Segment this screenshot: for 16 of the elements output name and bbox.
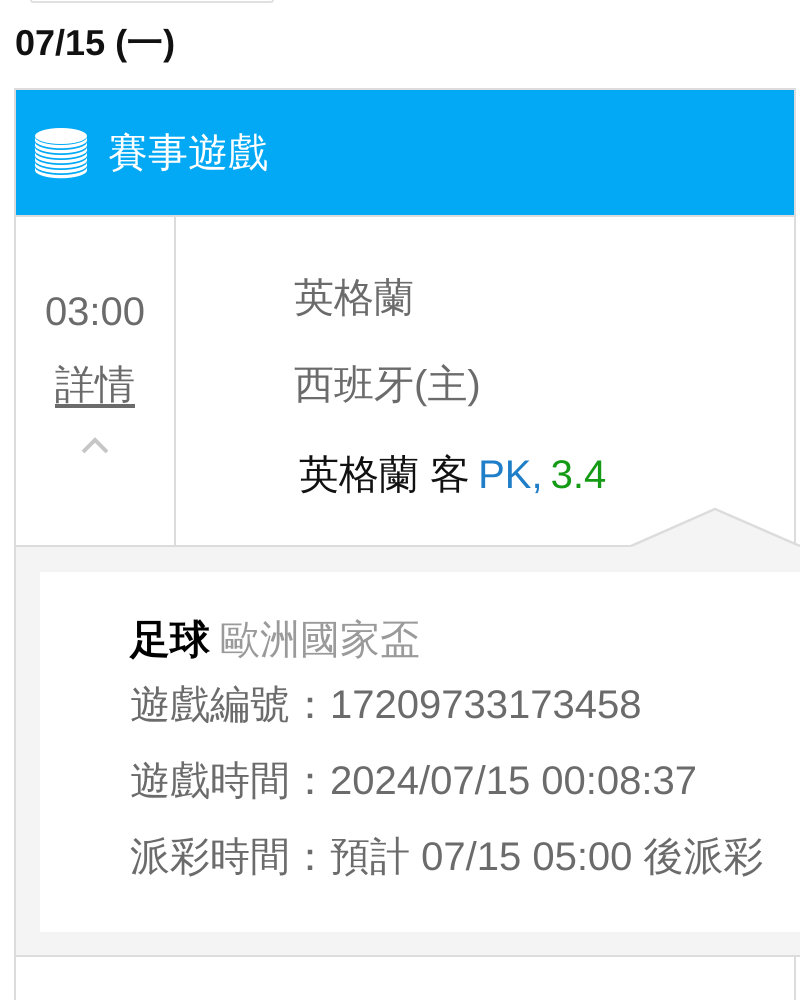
detail-line: 派彩時間：預計 07/15 05:00 後派彩 xyxy=(130,834,764,881)
team-name: 英格蘭 xyxy=(294,275,414,322)
match-time: 03:00 xyxy=(44,289,146,336)
odds-value: 3.4 xyxy=(550,452,606,499)
date-heading: 07/15 (一) xyxy=(15,21,176,65)
sport-name: 足球 xyxy=(130,617,210,664)
handicap-value: PK, xyxy=(478,452,543,499)
coins-icon xyxy=(33,126,89,178)
team-name: 西班牙(主) xyxy=(294,362,481,409)
league-name: 歐洲國家盃 xyxy=(220,617,420,664)
chevron-icon[interactable] xyxy=(80,437,110,454)
detail-line: 遊戲編號：17209733173458 xyxy=(130,682,642,729)
detail-line: 遊戲時間：2024/07/15 00:08:37 xyxy=(130,758,698,805)
card-title: 賽事遊戲 xyxy=(108,130,268,176)
bet-selection: 英格蘭 客 xyxy=(299,452,470,499)
details-link[interactable]: 詳情 xyxy=(55,361,135,409)
